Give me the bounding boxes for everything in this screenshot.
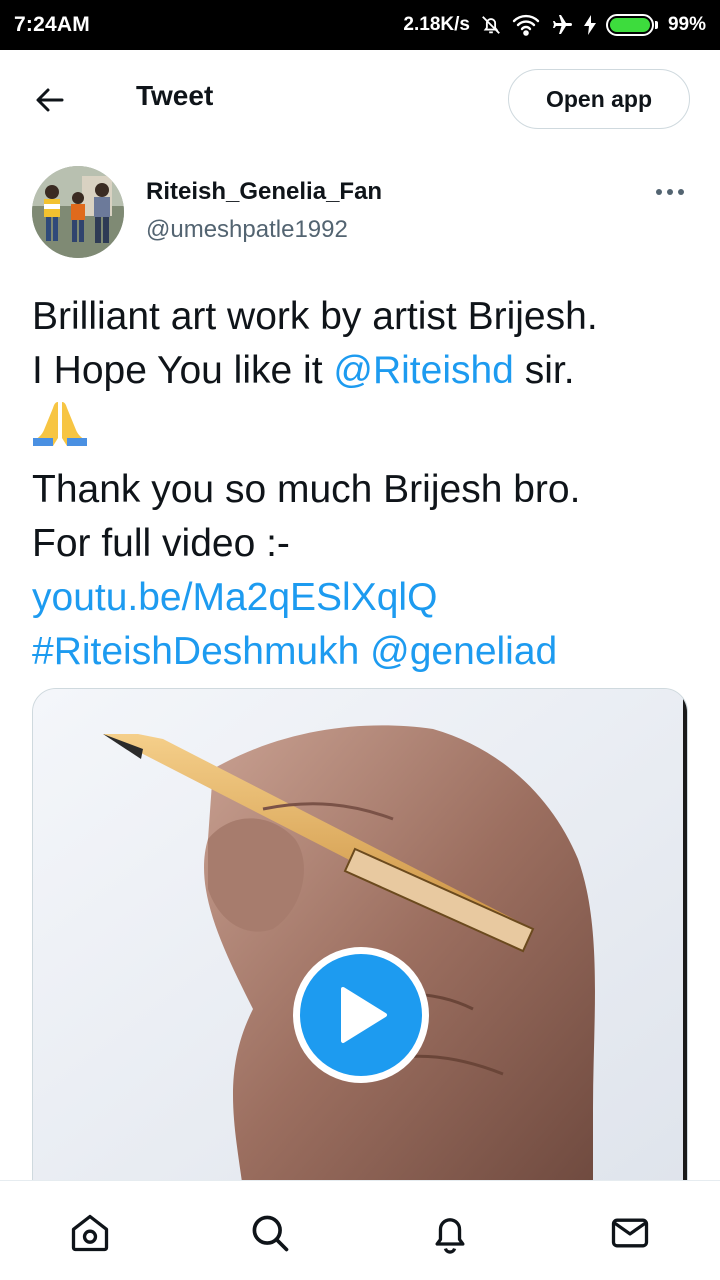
avatar[interactable] [32, 166, 124, 258]
search-button[interactable] [246, 1209, 294, 1257]
video-media[interactable] [32, 688, 688, 1188]
battery-fill [609, 18, 650, 32]
charging-bolt-icon [583, 15, 596, 35]
messages-icon [611, 1218, 649, 1248]
video-link[interactable]: youtu.be/Ma2qESlXqlQ [32, 571, 702, 625]
page-title: Tweet [136, 80, 214, 111]
bottom-nav [0, 1180, 720, 1280]
mute-bell-icon [480, 14, 502, 36]
user-handle[interactable]: @umeshpatle1992 [146, 216, 348, 244]
messages-button[interactable] [606, 1209, 654, 1257]
back-arrow-icon [36, 88, 64, 112]
hashtag-link[interactable]: #RiteishDeshmukh [32, 630, 359, 673]
video-thumbnail [33, 689, 687, 1187]
home-icon [71, 1214, 109, 1252]
open-app-button[interactable]: Open app [508, 69, 690, 129]
tweet-line-2-text: I Hope You like it [32, 349, 334, 392]
notifications-icon [435, 1218, 465, 1254]
tweet-line-1: Brilliant art work by artist Brijesh. [32, 295, 598, 338]
tweet-line-2-suffix: sir. [513, 349, 575, 392]
tweet-line-5: For full video :- [32, 522, 290, 565]
folded-hands-emoji [32, 398, 88, 463]
tweet-line-2: I Hope You like it @Riteishd sir. [32, 344, 702, 398]
mention-riteishd[interactable]: @Riteishd [333, 349, 514, 392]
tweet-text: Brilliant art work by artist Brijesh. I … [32, 290, 702, 679]
tweet-line-3 [32, 398, 702, 463]
status-icons: 2.18K/s 99% [403, 13, 706, 37]
play-button[interactable] [293, 947, 429, 1083]
display-name[interactable]: Riteish_Genelia_Fan [146, 178, 382, 206]
airplane-icon [550, 13, 574, 37]
search-icon [252, 1215, 289, 1252]
tweet-line-7: #RiteishDeshmukh @geneliad [32, 625, 702, 679]
more-options-icon[interactable] [648, 174, 692, 210]
battery-icon [605, 14, 658, 36]
tweet-line-4: Thank you so much Brijesh bro. [32, 468, 581, 511]
wifi-icon [512, 14, 540, 36]
notifications-button[interactable] [426, 1209, 474, 1257]
back-button[interactable] [22, 78, 78, 122]
battery-percent: 99% [667, 14, 706, 35]
status-bar: 7:24AM 2.18K/s 99% [0, 0, 720, 50]
mention-geneliad[interactable]: @geneliad [370, 630, 557, 673]
network-speed: 2.18K/s [403, 14, 470, 35]
header: Tweet Open app [0, 50, 720, 150]
play-icon [341, 987, 387, 1043]
status-time: 7:24AM [14, 13, 90, 36]
home-button[interactable] [66, 1209, 114, 1257]
